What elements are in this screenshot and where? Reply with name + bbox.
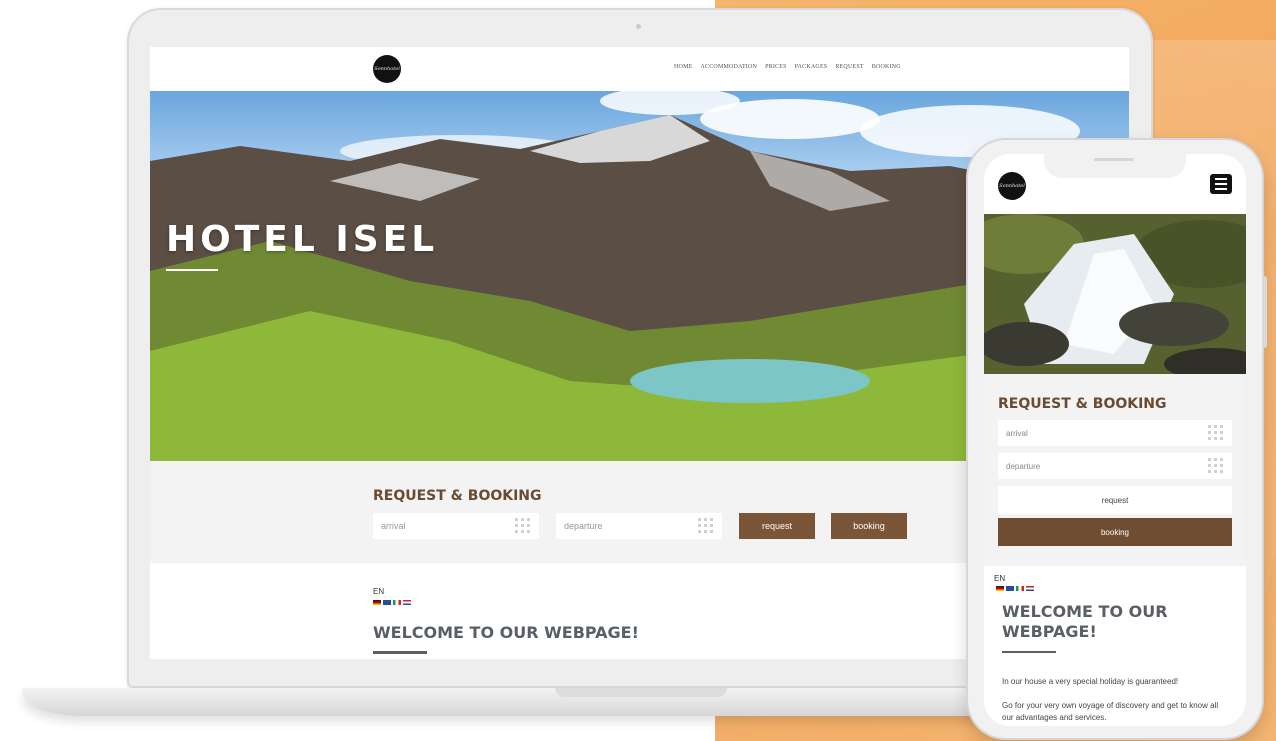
departure-field[interactable]: departure <box>556 513 722 539</box>
flag-it-icon[interactable] <box>393 600 401 605</box>
language-flags <box>373 600 411 605</box>
flag-de-icon[interactable] <box>996 586 1004 591</box>
welcome-underline <box>1002 651 1056 653</box>
flag-it-icon[interactable] <box>1016 586 1024 591</box>
nav-item-packages[interactable]: PACKAGES <box>795 64 828 70</box>
welcome-underline <box>373 651 427 654</box>
departure-field[interactable]: departure <box>998 453 1232 479</box>
flag-en-icon[interactable] <box>383 600 391 605</box>
arrival-placeholder: arrival <box>1006 428 1028 438</box>
hero-title: HOTEL ISEL <box>166 219 439 260</box>
desktop-nav: HOME ACCOMMODATION PRICES PACKAGES REQUE… <box>674 64 901 70</box>
booking-title: REQUEST & BOOKING <box>998 396 1167 412</box>
hero-underline <box>166 269 218 271</box>
logo-text: Sonnhotel <box>999 183 1025 189</box>
nav-item-booking[interactable]: BOOKING <box>872 64 901 70</box>
booking-title: REQUEST & BOOKING <box>373 488 542 504</box>
laptop-camera <box>636 24 641 29</box>
mobile-booking-section: REQUEST & BOOKING arrival departure requ… <box>984 374 1246 566</box>
laptop-notch <box>555 688 727 697</box>
booking-button[interactable]: booking <box>998 518 1232 546</box>
language-label[interactable]: EN <box>994 574 1005 583</box>
phone-notch <box>1044 150 1186 178</box>
language-flags <box>996 586 1034 591</box>
welcome-heading: WELCOME TO OUR WEBPAGE! <box>373 623 639 642</box>
flag-en-icon[interactable] <box>1006 586 1014 591</box>
mobile-welcome-section: EN WELCOME TO OUR WEBPAGE! In our house … <box>984 566 1246 726</box>
flag-nl-icon[interactable] <box>1026 586 1034 591</box>
departure-placeholder: departure <box>1006 461 1041 471</box>
welcome-paragraph-1: In our house a very special holiday is g… <box>1002 677 1179 686</box>
request-button[interactable]: request <box>998 486 1232 514</box>
arrival-field[interactable]: arrival <box>373 513 539 539</box>
arrival-field[interactable]: arrival <box>998 420 1232 446</box>
flag-nl-icon[interactable] <box>403 600 411 605</box>
mobile-hero-waterfall <box>984 214 1246 374</box>
hotel-logo[interactable]: Sonnhotel <box>373 55 401 83</box>
logo-text: Sonnhotel <box>374 66 400 72</box>
nav-item-prices[interactable]: PRICES <box>765 64 787 70</box>
request-button[interactable]: request <box>739 513 815 539</box>
waterfall-illustration <box>984 214 1246 374</box>
arrival-placeholder: arrival <box>381 521 406 531</box>
flag-de-icon[interactable] <box>373 600 381 605</box>
nav-item-request[interactable]: REQUEST <box>835 64 863 70</box>
booking-button[interactable]: booking <box>831 513 907 539</box>
phone-side-button <box>1262 276 1267 348</box>
nav-item-home[interactable]: HOME <box>674 64 692 70</box>
nav-item-accommodation[interactable]: ACCOMMODATION <box>700 64 757 70</box>
desktop-header: Sonnhotel HOME ACCOMMODATION PRICES PACK… <box>150 47 1129 91</box>
calendar-icon[interactable] <box>698 518 714 534</box>
hotel-logo[interactable]: Sonnhotel <box>998 172 1026 200</box>
calendar-icon[interactable] <box>1208 458 1224 474</box>
departure-placeholder: departure <box>564 521 603 531</box>
mobile-website: Sonnhotel REQUEST & BOOKING arrival depa… <box>984 154 1246 726</box>
phone-speaker <box>1094 158 1134 161</box>
welcome-paragraph-2: Go for your very own voyage of discovery… <box>1002 701 1219 722</box>
calendar-icon[interactable] <box>1208 425 1224 441</box>
hamburger-menu-icon[interactable] <box>1210 174 1232 194</box>
language-label[interactable]: EN <box>373 587 384 596</box>
calendar-icon[interactable] <box>515 518 531 534</box>
welcome-heading: WELCOME TO OUR WEBPAGE! <box>1002 602 1168 641</box>
